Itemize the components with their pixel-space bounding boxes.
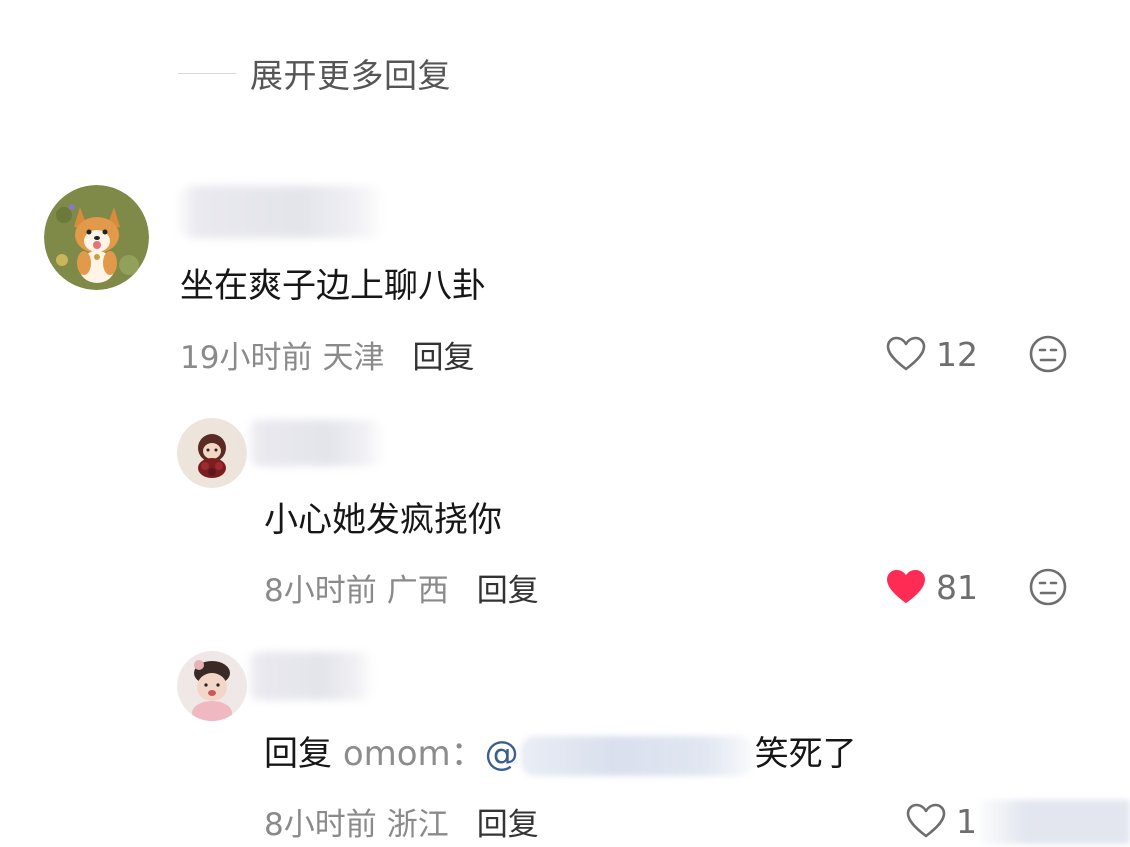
like-count: 12 [936, 334, 978, 374]
comment-text-suffix: 笑死了 [754, 734, 857, 774]
comment-text: 坐在爽子边上聊八卦 [180, 266, 486, 306]
reply-button[interactable]: 回复 [412, 332, 474, 377]
reply-button[interactable]: 回复 [477, 799, 539, 844]
reply-to-username[interactable]: omom： [343, 734, 485, 774]
expand-divider-line [178, 72, 236, 74]
mention-link[interactable]: @ [485, 734, 755, 776]
comment-text: 回复 omom：@ 笑死了 [264, 726, 857, 776]
expand-more-label[interactable]: 展开更多回复 [250, 49, 451, 97]
watermark-redacted [980, 800, 1130, 844]
comment-location: 天津 [322, 339, 385, 376]
username-redacted [245, 420, 385, 466]
like-button[interactable]: 1 [906, 799, 977, 843]
comment-location: 浙江 [386, 806, 449, 843]
expand-more-replies[interactable]: 展开更多回复 [178, 50, 451, 96]
comment-time: 8小时前 [264, 572, 377, 609]
like-count: 1 [956, 801, 977, 841]
corgi-avatar[interactable] [44, 185, 149, 290]
like-button[interactable]: 12 [886, 332, 978, 376]
heart-filled-icon [887, 570, 925, 603]
like-button[interactable]: 81 [886, 565, 978, 609]
dislike-face-icon[interactable] [1028, 334, 1068, 374]
baby-avatar[interactable] [177, 651, 247, 721]
comment-meta: 8小时前 浙江 回复 [264, 799, 539, 843]
comment-time: 19小时前 [180, 339, 313, 376]
mention-name-redacted [520, 735, 753, 776]
girl-doll-avatar[interactable] [177, 418, 247, 488]
heart-outline-icon [906, 803, 946, 838]
like-count: 81 [936, 567, 978, 607]
reply-prefix: 回复 [264, 734, 332, 774]
username-redacted [245, 652, 375, 700]
heart-outline-icon [886, 336, 926, 371]
comment-time: 8小时前 [264, 806, 377, 843]
comment-text: 小心她发疯挠你 [264, 500, 502, 540]
comment-meta: 8小时前 广西 回复 [264, 565, 539, 609]
comment-meta: 19小时前 天津 回复 [180, 332, 474, 376]
dislike-face-icon[interactable] [1028, 567, 1068, 607]
reply-button[interactable]: 回复 [477, 565, 539, 610]
comment-location: 广西 [386, 572, 449, 609]
username-redacted [176, 186, 386, 238]
